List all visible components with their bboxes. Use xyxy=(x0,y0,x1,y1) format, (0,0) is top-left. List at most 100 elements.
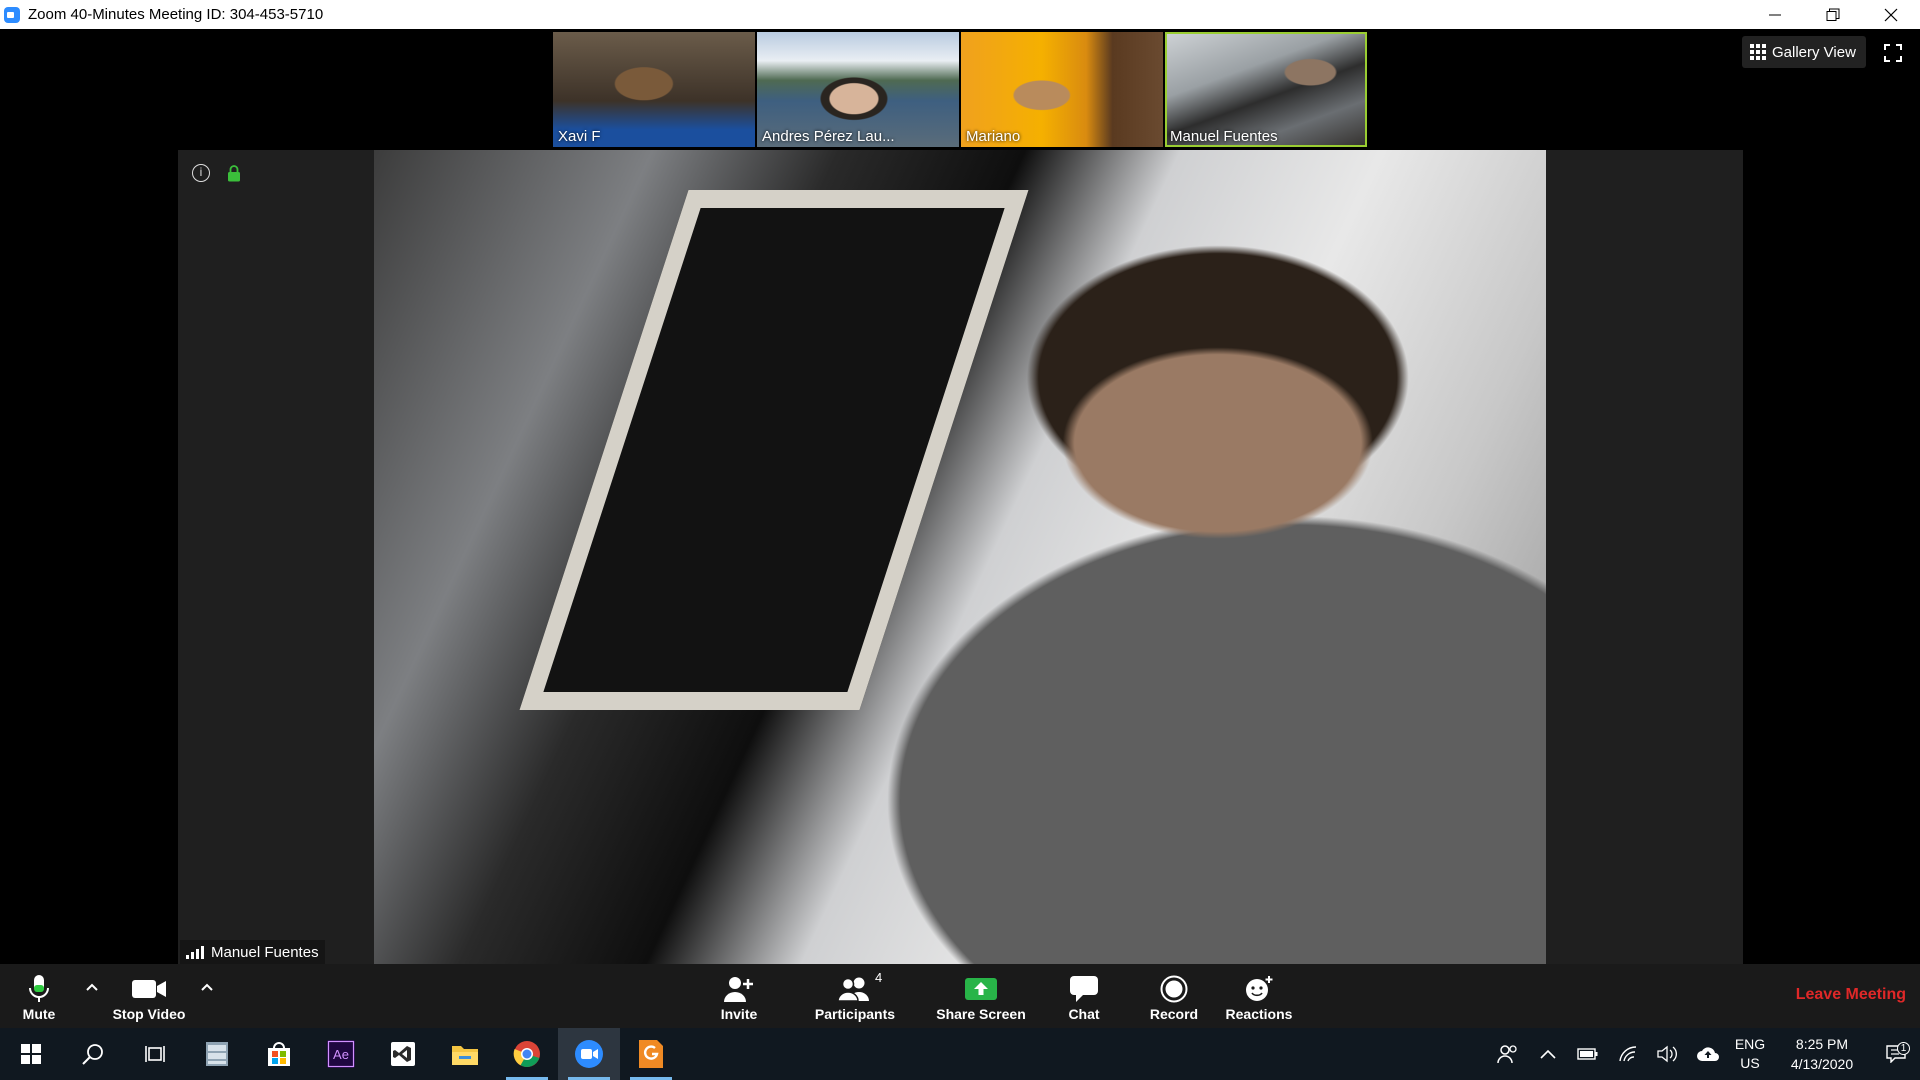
invite-label: Invite xyxy=(720,1006,758,1022)
action-center-button[interactable]: 1 xyxy=(1872,1042,1920,1063)
input-language-indicator[interactable]: ENG US xyxy=(1728,1035,1772,1073)
video-window-frame xyxy=(519,190,1029,710)
taskbar-app-store[interactable] xyxy=(248,1028,310,1080)
record-label: Record xyxy=(1149,1006,1199,1022)
chat-label: Chat xyxy=(1068,1006,1100,1022)
active-speaker-video xyxy=(374,150,1546,964)
volume-button[interactable] xyxy=(1648,1045,1688,1063)
taskbar-app-after-effects[interactable]: Ae xyxy=(310,1028,372,1080)
stop-video-label: Stop Video xyxy=(112,1006,186,1022)
zoom-app-icon xyxy=(4,6,20,23)
share-screen-icon xyxy=(965,978,997,1000)
video-options-caret-icon[interactable] xyxy=(200,980,214,994)
battery-icon xyxy=(1577,1048,1598,1060)
record-icon xyxy=(1160,975,1188,1003)
file-explorer-icon xyxy=(452,1046,478,1065)
taskbar-app-file-cabinet[interactable] xyxy=(186,1028,248,1080)
fullscreen-icon[interactable] xyxy=(1884,44,1902,62)
show-hidden-icons-button[interactable] xyxy=(1528,1049,1568,1059)
file-cabinet-icon xyxy=(206,1042,228,1066)
windows-taskbar: Ae ENG US 8:25 PM 4/13/2020 1 xyxy=(0,1028,1920,1080)
participants-label: Participants xyxy=(814,1006,896,1022)
lock-icon[interactable] xyxy=(227,165,241,182)
cloud-upload-icon xyxy=(1697,1047,1719,1061)
reactions-button[interactable]: Reactions xyxy=(1224,964,1294,1028)
participant-thumbnail-active[interactable]: Manuel Fuentes xyxy=(1165,32,1367,147)
participant-name: Mariano xyxy=(966,128,1021,145)
taskbar-clock[interactable]: 8:25 PM 4/13/2020 xyxy=(1772,1034,1872,1074)
participant-thumbnail[interactable]: Mariano xyxy=(961,32,1163,147)
participant-name: Andres Pérez Lau... xyxy=(762,128,895,145)
meeting-toolbar: Mute Stop Video Invite Participants 4 Sh… xyxy=(0,964,1920,1028)
gallery-view-label: Gallery View xyxy=(1772,43,1856,61)
store-icon xyxy=(268,1042,290,1066)
visual-studio-icon xyxy=(391,1042,415,1066)
window-controls xyxy=(1746,0,1920,29)
active-speaker-label: Manuel Fuentes xyxy=(180,940,325,964)
add-person-icon xyxy=(724,977,753,1002)
notification-count-badge: 1 xyxy=(1897,1042,1910,1055)
clock-date: 4/13/2020 xyxy=(1790,1056,1854,1072)
microphone-icon xyxy=(29,975,49,1002)
share-screen-button[interactable]: Share Screen xyxy=(935,964,1027,1028)
close-button[interactable] xyxy=(1862,0,1920,29)
window-title: Zoom 40-Minutes Meeting ID: 304-453-5710 xyxy=(28,6,324,23)
reactions-label: Reactions xyxy=(1225,1006,1293,1022)
language-code: ENG xyxy=(1734,1036,1766,1052)
onedrive-button[interactable] xyxy=(1688,1046,1728,1062)
people-icon xyxy=(1497,1045,1517,1064)
windows-start-icon xyxy=(21,1044,41,1064)
info-icon[interactable]: i xyxy=(192,164,210,182)
svg-text:Ae: Ae xyxy=(333,1047,349,1062)
chrome-icon xyxy=(513,1041,540,1068)
restore-icon xyxy=(1826,8,1840,21)
minimize-button[interactable] xyxy=(1746,0,1804,29)
smiley-add-icon xyxy=(1246,976,1273,1001)
clock-time: 8:25 PM xyxy=(1795,1036,1849,1052)
participant-strip: Xavi F Andres Pérez Lau... Mariano Manue… xyxy=(553,32,1367,147)
audio-options-caret-icon[interactable] xyxy=(85,980,99,994)
participant-name: Manuel Fuentes xyxy=(1170,128,1278,145)
leave-meeting-button[interactable]: Leave Meeting xyxy=(1796,986,1906,1004)
video-camera-icon xyxy=(132,980,166,998)
invite-button[interactable]: Invite xyxy=(714,964,764,1028)
taskbar-app-pdf[interactable] xyxy=(620,1028,682,1080)
meeting-area: Xavi F Andres Pérez Lau... Mariano Manue… xyxy=(0,29,1920,964)
taskbar-app-file-explorer[interactable] xyxy=(434,1028,496,1080)
participants-button[interactable]: Participants xyxy=(812,964,898,1028)
minimize-icon xyxy=(1769,14,1781,15)
battery-button[interactable] xyxy=(1568,1047,1608,1061)
taskbar-app-chrome[interactable] xyxy=(496,1028,558,1080)
language-region: US xyxy=(1740,1055,1760,1071)
stop-video-button[interactable]: Stop Video xyxy=(110,964,188,1028)
taskbar-search-button[interactable] xyxy=(62,1028,124,1080)
task-view-icon xyxy=(145,1046,165,1062)
zoom-icon xyxy=(575,1040,603,1068)
participant-name: Xavi F xyxy=(558,128,601,145)
network-button[interactable] xyxy=(1608,1045,1648,1063)
mute-button[interactable]: Mute xyxy=(18,964,60,1028)
grid-icon xyxy=(1750,44,1766,60)
chat-button[interactable]: Chat xyxy=(1064,964,1104,1028)
gallery-view-button[interactable]: Gallery View xyxy=(1742,36,1866,68)
active-speaker-name: Manuel Fuentes xyxy=(211,943,319,961)
restore-button[interactable] xyxy=(1804,0,1862,29)
participant-thumbnail[interactable]: Andres Pérez Lau... xyxy=(757,32,959,147)
task-view-button[interactable] xyxy=(124,1028,186,1080)
search-icon xyxy=(82,1044,103,1065)
participants-count-badge: 4 xyxy=(875,970,883,985)
pdf-app-icon xyxy=(639,1040,663,1068)
window-titlebar: Zoom 40-Minutes Meeting ID: 304-453-5710 xyxy=(0,0,1920,29)
taskbar-app-zoom[interactable] xyxy=(558,1028,620,1080)
participants-icon xyxy=(837,977,869,1002)
taskbar-app-visual-studio[interactable] xyxy=(372,1028,434,1080)
close-icon xyxy=(1884,8,1898,21)
people-button[interactable] xyxy=(1488,1044,1528,1064)
participant-thumbnail[interactable]: Xavi F xyxy=(553,32,755,147)
signal-strength-icon xyxy=(186,945,204,959)
record-button[interactable]: Record xyxy=(1148,964,1200,1028)
start-button[interactable] xyxy=(0,1028,62,1080)
after-effects-icon: Ae xyxy=(327,1040,355,1068)
chat-bubble-icon xyxy=(1070,976,1098,1002)
system-tray: ENG US 8:25 PM 4/13/2020 1 xyxy=(1488,1028,1920,1080)
